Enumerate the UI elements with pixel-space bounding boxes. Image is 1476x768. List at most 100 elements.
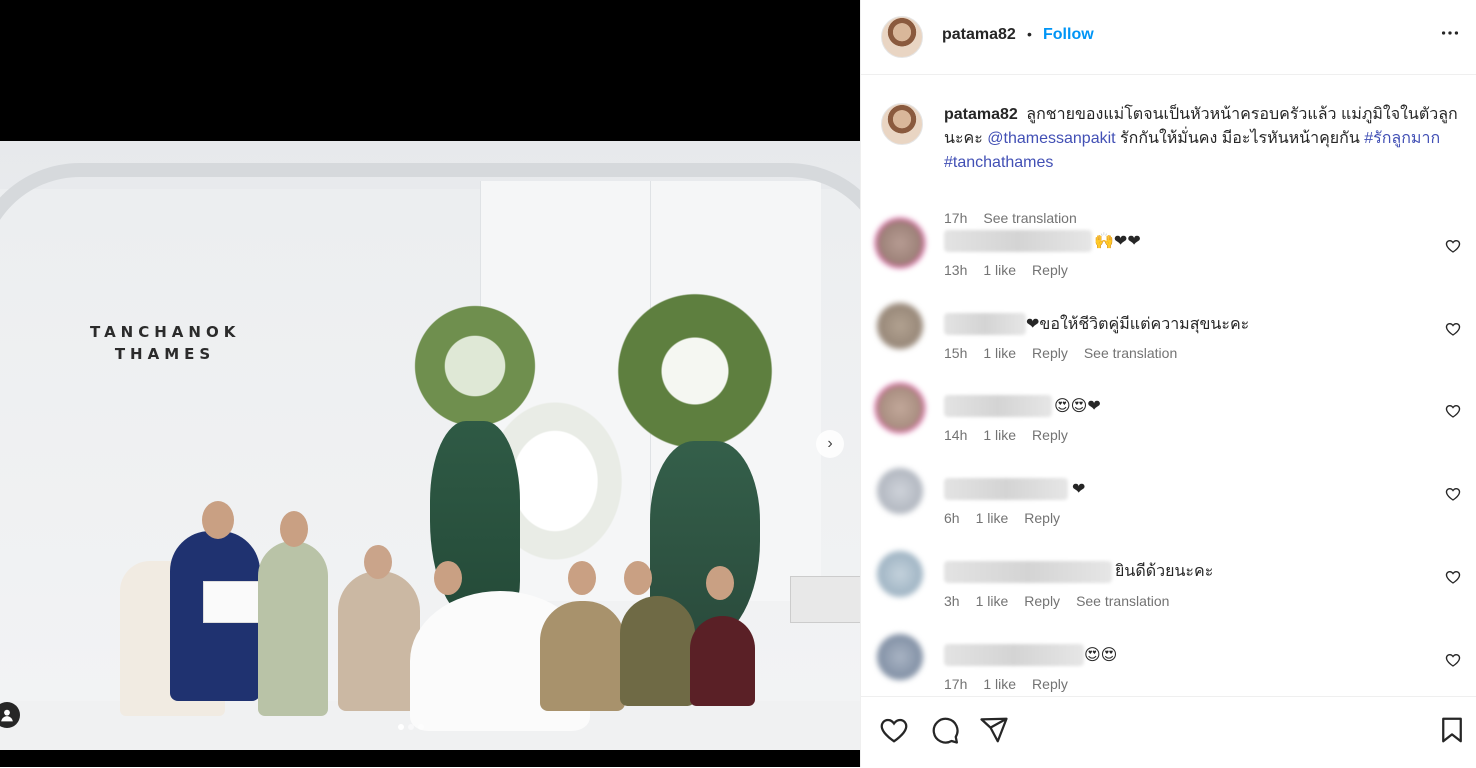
reply-button[interactable]: Reply xyxy=(1024,510,1060,526)
photo-person xyxy=(620,596,695,706)
photo-person-head xyxy=(434,561,462,595)
caption-text: patama82 ลูกชายของแม่โตจนเป็นหัวหน้าครอบ… xyxy=(944,103,1474,175)
photo-brand-line2: THAMES xyxy=(114,345,216,363)
carousel-dot xyxy=(418,724,424,730)
comment-likes[interactable]: 1 like xyxy=(983,262,1016,278)
commenter-avatar[interactable] xyxy=(877,634,923,680)
commenter-avatar[interactable] xyxy=(877,551,923,597)
photo-person-head xyxy=(568,561,596,595)
comment-time[interactable]: 14h xyxy=(944,427,967,443)
comment-time[interactable]: 13h xyxy=(944,262,967,278)
photo-person-head xyxy=(364,545,392,579)
reply-button[interactable]: Reply xyxy=(1032,427,1068,443)
comment-item: 😍😍 17h 1 like Reply xyxy=(861,634,1476,695)
comment-likes[interactable]: 1 like xyxy=(983,676,1016,692)
comment-meta: 3h 1 like Reply See translation xyxy=(944,593,1169,609)
post-media: TANCHANOK THAMES › xyxy=(0,0,860,767)
photo-person xyxy=(690,616,755,706)
photo-person-head xyxy=(202,501,234,539)
comment-likes[interactable]: 1 like xyxy=(976,510,1009,526)
comment-meta: 17h 1 like Reply xyxy=(944,676,1068,692)
author-avatar[interactable] xyxy=(881,16,923,58)
comment-time[interactable]: 17h xyxy=(944,676,967,692)
caption-hashtag-link[interactable]: #tanchathames xyxy=(944,154,1053,171)
commenter-avatar[interactable] xyxy=(877,220,923,266)
comment-text: 😍😍❤ xyxy=(1054,396,1101,415)
like-comment-heart-icon[interactable] xyxy=(1445,569,1461,590)
comment-meta: 13h 1 like Reply xyxy=(944,262,1068,278)
bookmark-icon[interactable] xyxy=(1437,715,1467,750)
comment-time[interactable]: 6h xyxy=(944,510,960,526)
commenter-username-blurred[interactable] xyxy=(944,313,1026,335)
reply-button[interactable]: Reply xyxy=(1032,676,1068,692)
comment-item: ยินดีด้วยนะคะ 3h 1 like Reply See transl… xyxy=(861,551,1476,621)
commenter-avatar[interactable] xyxy=(877,468,923,514)
chevron-right-icon: › xyxy=(827,435,833,452)
comment-time[interactable]: 15h xyxy=(944,345,967,361)
see-translation-link[interactable]: See translation xyxy=(1076,593,1169,609)
post-sidebar: patama82 • Follow patama82 ลูกชายของแม่โ… xyxy=(860,0,1476,767)
next-photo-button[interactable]: › xyxy=(816,430,844,458)
comment-item: 😍😍❤ 14h 1 like Reply xyxy=(861,385,1476,455)
caption-author-avatar[interactable] xyxy=(881,103,923,145)
comment-meta: 15h 1 like Reply See translation xyxy=(944,345,1177,361)
commenter-avatar[interactable] xyxy=(877,303,923,349)
carousel-indicator xyxy=(398,724,424,730)
photo-gift-box xyxy=(790,576,860,623)
comment-item: ❤ 6h 1 like Reply xyxy=(861,468,1476,538)
see-translation-link[interactable]: See translation xyxy=(1084,345,1177,361)
more-options-icon[interactable] xyxy=(1439,22,1461,50)
like-comment-heart-icon[interactable] xyxy=(1445,652,1461,673)
caption-hashtag-link[interactable]: #รักลูกมาก xyxy=(1364,130,1440,147)
post-photo[interactable]: TANCHANOK THAMES xyxy=(0,141,860,750)
comment-text: ❤ xyxy=(1072,479,1086,498)
comment-text: 🙌❤❤ xyxy=(1094,231,1141,250)
like-comment-heart-icon[interactable] xyxy=(1445,486,1461,507)
share-icon[interactable] xyxy=(979,715,1009,750)
commenter-username-blurred[interactable] xyxy=(944,478,1068,500)
comment-likes[interactable]: 1 like xyxy=(976,593,1009,609)
photo-brand-line1: TANCHANOK xyxy=(90,323,241,341)
comment-text: ยินดีด้วยนะคะ xyxy=(1115,563,1214,580)
caption-username[interactable]: patama82 xyxy=(944,106,1018,123)
comment-time[interactable]: 3h xyxy=(944,593,960,609)
like-comment-heart-icon[interactable] xyxy=(1445,238,1461,259)
comment-text: 😍😍 xyxy=(1084,645,1118,664)
follow-button[interactable]: Follow xyxy=(1043,26,1094,44)
comment-item: 🙌❤❤ 13h 1 like Reply xyxy=(861,220,1476,290)
commenter-username-blurred[interactable] xyxy=(944,644,1084,666)
carousel-dot xyxy=(408,724,414,730)
author-username[interactable]: patama82 xyxy=(942,26,1016,44)
commenter-username-blurred[interactable] xyxy=(944,561,1112,583)
like-comment-heart-icon[interactable] xyxy=(1445,403,1461,424)
commenter-username-blurred[interactable] xyxy=(944,395,1052,417)
photo-person-head xyxy=(280,511,308,547)
reply-button[interactable]: Reply xyxy=(1032,262,1068,278)
photo-person xyxy=(258,541,328,716)
photo-person-head xyxy=(624,561,652,595)
comments-section[interactable]: patama82 ลูกชายของแม่โตจนเป็นหัวหน้าครอบ… xyxy=(861,75,1476,695)
comment-item: ❤ขอให้ชีวิตคู่มีแต่ความสุขนะคะ 15h 1 lik… xyxy=(861,303,1476,373)
commenter-avatar[interactable] xyxy=(877,385,923,431)
header-separator: • xyxy=(1027,26,1032,42)
photo-gift-bag xyxy=(203,581,260,623)
commenter-username-blurred[interactable] xyxy=(944,230,1092,252)
carousel-dot xyxy=(398,724,404,730)
user-icon xyxy=(1,709,13,722)
photo-person xyxy=(540,601,625,711)
photo-person-head xyxy=(706,566,734,600)
post-header: patama82 • Follow xyxy=(861,0,1476,75)
photo-person xyxy=(338,571,420,711)
comment-text: ❤ขอให้ชีวิตคู่มีแต่ความสุขนะคะ xyxy=(1026,314,1250,333)
comment-likes[interactable]: 1 like xyxy=(983,345,1016,361)
comment-meta: 14h 1 like Reply xyxy=(944,427,1068,443)
comment-icon[interactable] xyxy=(930,715,960,750)
photo-brand-text: TANCHANOK THAMES xyxy=(90,321,240,365)
caption-body: รักกันให้มั่นคง มีอะไรหันหน้าคุยกัน xyxy=(1115,130,1365,147)
heart-icon[interactable] xyxy=(879,715,909,750)
reply-button[interactable]: Reply xyxy=(1024,593,1060,609)
comment-likes[interactable]: 1 like xyxy=(983,427,1016,443)
caption-mention-link[interactable]: @thamessanpakit xyxy=(987,130,1115,147)
like-comment-heart-icon[interactable] xyxy=(1445,321,1461,342)
reply-button[interactable]: Reply xyxy=(1032,345,1068,361)
